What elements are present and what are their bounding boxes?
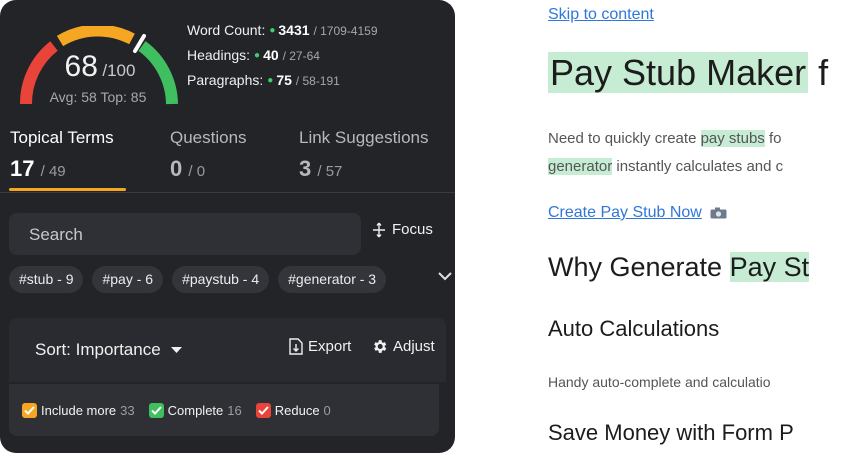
checkbox-checked-icon[interactable] [148,402,164,418]
subheading-save-money: Save Money with Form P [548,420,794,445]
tag-chip-list: #stub - 9 #pay - 6 #paystub - 4 #generat… [9,266,387,293]
avg-top-score: Avg: 58 Top: 85 [49,89,147,105]
intro-paragraph-line-2: generator instantly calculates and c [548,158,784,175]
status-dot-icon: ● [254,50,261,61]
section-heading-why-generate: Why Generate Pay St [548,252,810,282]
gauge-orange-segment [56,26,135,47]
score-value: 68 [64,50,98,83]
caret-down-icon [170,346,182,353]
filter-reduce[interactable]: Reduce 0 [255,402,331,418]
active-tab-indicator [9,188,126,191]
checkbox-checked-icon[interactable] [255,402,271,418]
subheading-auto-calculations: Auto Calculations [548,316,720,341]
highlighted-term: generator [548,158,613,175]
filter-checkboxes: Include more 33 Complete 16 Reduce 0 [9,384,439,436]
stat-word-count: Word Count: ● 3431 / 1709-4159 [187,22,378,38]
tab-topical-terms[interactable]: Topical Terms 17 / 49 [10,128,114,182]
sort-dropdown[interactable]: Sort: Importance [35,340,182,360]
document-preview: Skip to content Pay Stub Maker f Need to… [548,0,848,453]
highlighted-term: Pay Stub Maker [548,52,809,93]
tag-chip-generator[interactable]: #generator - 3 [278,266,387,293]
create-pay-stub-link[interactable]: Create Pay Stub Now [548,204,727,222]
stat-paragraphs: Paragraphs: ● 75 / 58-191 [187,72,340,88]
camera-icon [710,207,727,219]
adjust-button[interactable]: Adjust [371,338,435,355]
tag-chip-stub[interactable]: #stub - 9 [9,266,84,293]
export-button[interactable]: Export [289,338,351,355]
export-file-icon [289,338,303,355]
tab-link-suggestions[interactable]: Link Suggestions 3 / 57 [299,128,428,182]
page-title: Pay Stub Maker f [548,52,829,93]
score-max: /100 [102,61,136,80]
filter-include-more[interactable]: Include more 33 [22,402,135,418]
gear-icon [374,340,387,353]
tab-divider [0,192,455,193]
stat-headings: Headings: ● 40 / 27-64 [187,47,320,63]
tag-chip-paystub[interactable]: #paystub - 4 [172,266,270,293]
score-readout: 68 /100 [0,50,200,84]
auto-calculations-paragraph: Handy auto-complete and calculatio [548,374,771,390]
highlighted-term: pay stubs [700,130,765,147]
status-dot-icon: ● [267,75,274,86]
skip-to-content-link[interactable]: Skip to content [548,6,654,24]
highlighted-term: Pay St [729,252,810,282]
focus-move-icon [373,222,385,237]
search-input[interactable] [29,225,341,245]
intro-paragraph-line-1: Need to quickly create pay stubs fo [548,130,782,147]
status-dot-icon: ● [269,25,276,36]
content-optimizer-panel: 68 /100 Avg: 58 Top: 85 Word Count: ● 3431… [0,0,455,453]
search-box [9,213,361,255]
chevron-down-icon[interactable] [437,270,453,282]
focus-button[interactable]: Focus [372,221,433,238]
content-stats: Word Count: ● 3431 / 1709-4159 Headings: ● 4… [187,19,378,94]
tab-questions[interactable]: Questions 0 / 0 [170,128,247,182]
terms-toolbar: Sort: Importance Export Adjust [9,318,446,382]
tag-chip-pay[interactable]: #pay - 6 [92,266,164,293]
filter-complete[interactable]: Complete 16 [148,402,242,418]
checkbox-checked-icon[interactable] [22,402,37,418]
